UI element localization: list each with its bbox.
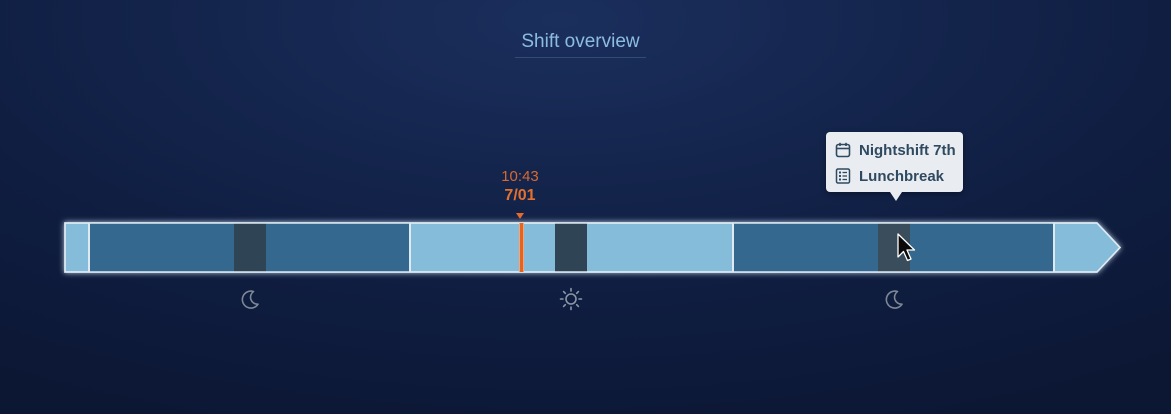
moon-icon xyxy=(237,286,263,312)
tooltip-break-name: Lunchbreak xyxy=(859,167,945,185)
shift-timeline[interactable] xyxy=(64,222,1122,273)
timeline-track xyxy=(64,222,1122,273)
shift-tooltip: Nightshift 7th Lunchbreak xyxy=(826,132,963,201)
mouse-pointer-icon xyxy=(897,233,917,263)
moon-icon xyxy=(881,286,907,312)
sun-icon xyxy=(558,286,584,312)
checklist-icon xyxy=(835,168,851,184)
tooltip-shift-row: Nightshift 7th xyxy=(835,140,956,160)
break-block-1[interactable] xyxy=(234,223,266,272)
tooltip-shift-name: Nightshift 7th xyxy=(859,141,956,159)
break-block-2[interactable] xyxy=(555,223,587,272)
page-title: Shift overview xyxy=(515,31,646,58)
tooltip-break-row: Lunchbreak xyxy=(835,166,944,186)
current-time: 10:43 xyxy=(501,168,539,185)
current-time-caret xyxy=(516,213,524,219)
current-date: 7/01 xyxy=(504,187,536,204)
current-time-marker: 10:43 7/01 xyxy=(460,168,580,219)
calendar-icon xyxy=(835,142,851,158)
current-time-line xyxy=(519,223,524,272)
title-container: Shift overview xyxy=(0,31,1161,58)
